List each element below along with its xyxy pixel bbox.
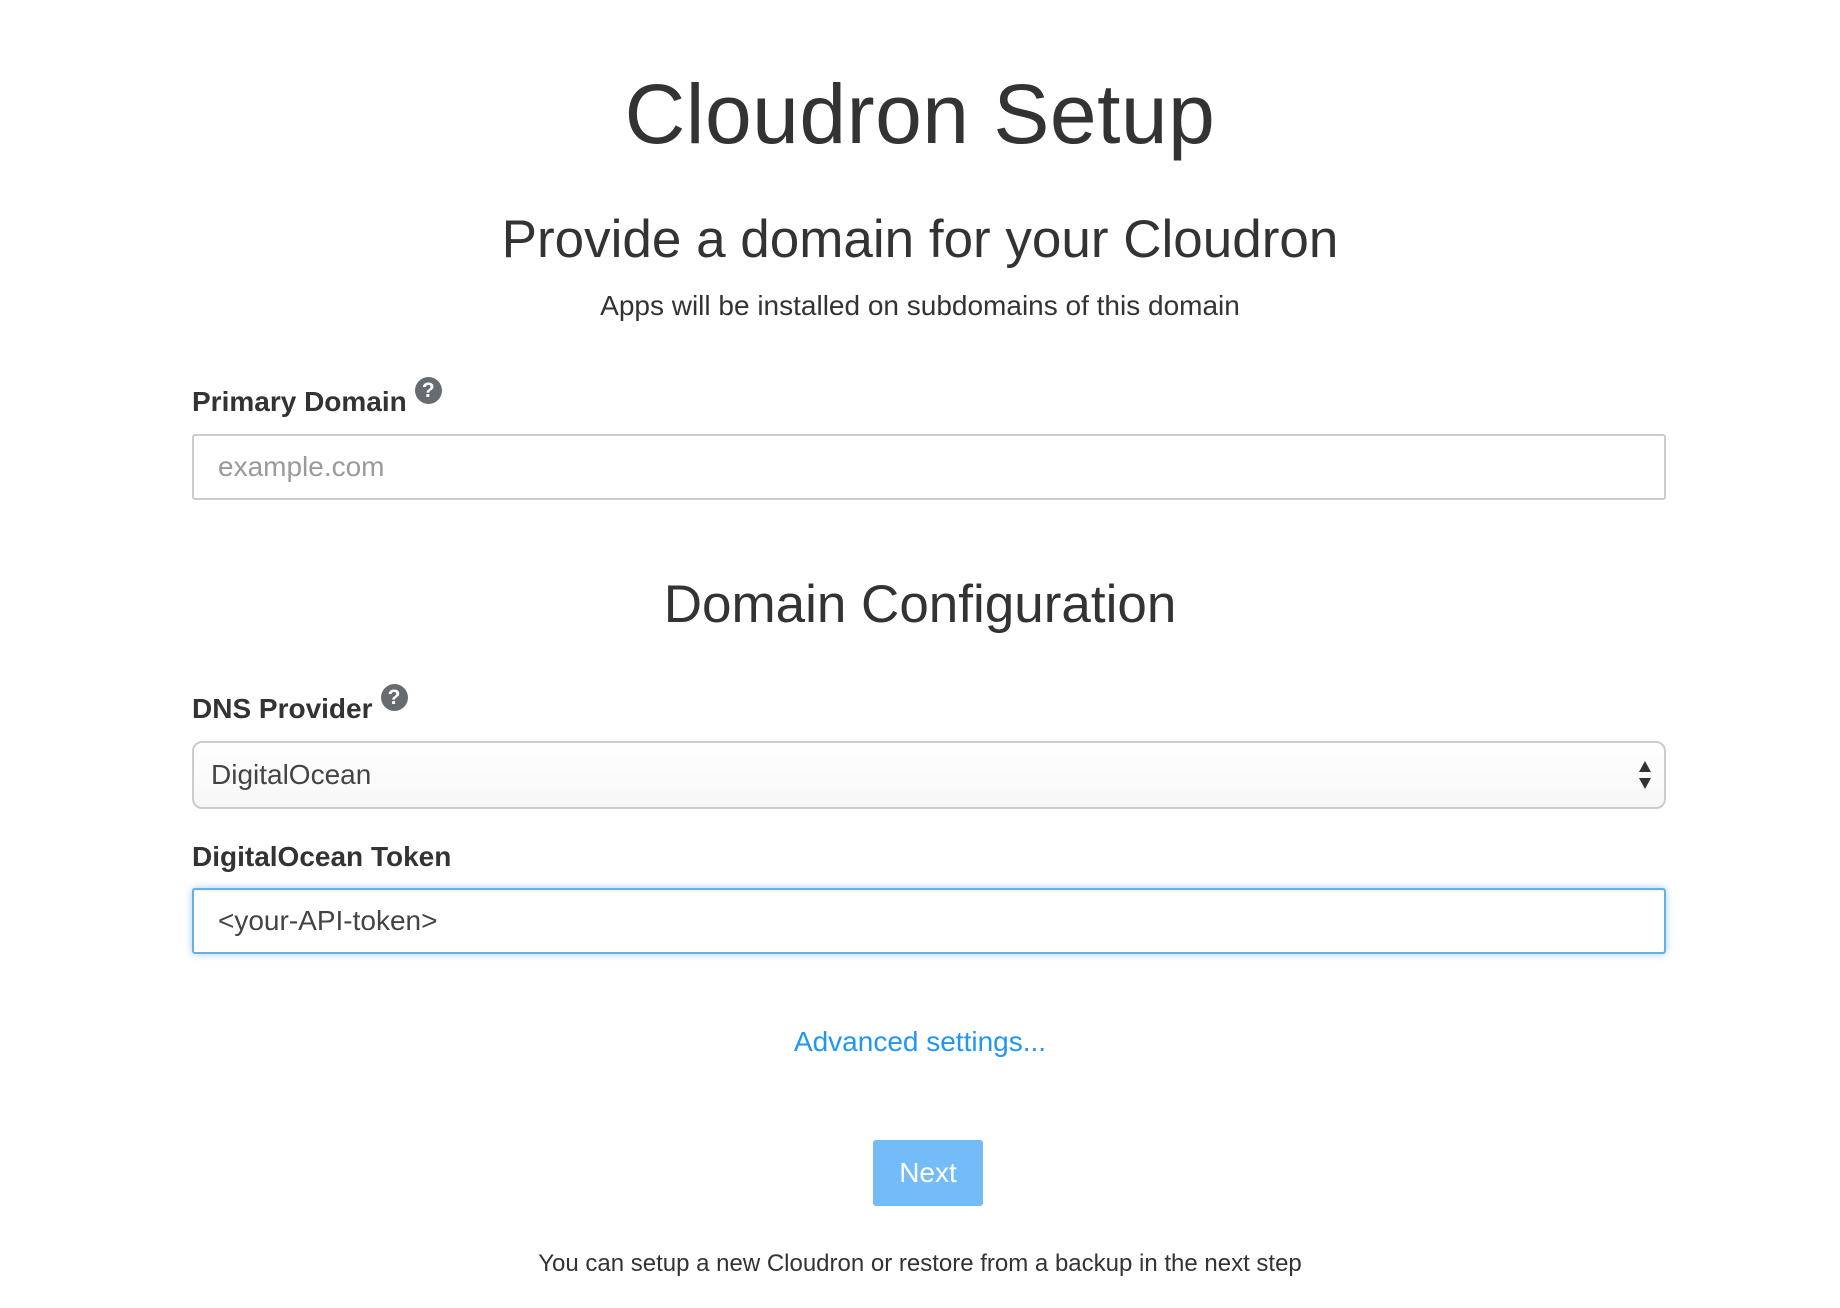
question-circle-icon[interactable]: ? bbox=[414, 376, 442, 404]
dns-provider-label-text: DNS Provider bbox=[192, 693, 373, 724]
api-token-input[interactable] bbox=[192, 888, 1666, 954]
primary-domain-label: Primary Domain ? bbox=[192, 376, 442, 420]
setup-page: Cloudron Setup Provide a domain for your… bbox=[0, 0, 1840, 1308]
question-circle-icon[interactable]: ? bbox=[380, 683, 408, 711]
advanced-settings-container: Advanced settings... bbox=[0, 1024, 1840, 1060]
dns-provider-select[interactable]: DigitalOcean bbox=[192, 741, 1666, 809]
domain-section-subtitle: Apps will be installed on subdomains of … bbox=[600, 290, 1240, 321]
dns-provider-selected-value: DigitalOcean bbox=[211, 759, 372, 790]
primary-domain-input[interactable] bbox=[192, 434, 1666, 500]
footer-note: You can setup a new Cloudron or restore … bbox=[538, 1250, 1302, 1277]
token-label-text: DigitalOcean Token bbox=[192, 841, 452, 872]
config-section-title: Domain Configuration bbox=[663, 575, 1177, 634]
page-title: Cloudron Setup bbox=[624, 67, 1216, 161]
primary-domain-label-text: Primary Domain bbox=[192, 386, 407, 417]
next-button[interactable]: Next bbox=[873, 1140, 983, 1206]
domain-section-title: Provide a domain for your Cloudron bbox=[501, 210, 1339, 269]
token-label: DigitalOcean Token bbox=[192, 839, 451, 875]
advanced-settings-link[interactable]: Advanced settings... bbox=[794, 1026, 1046, 1057]
updown-arrows-icon bbox=[1639, 761, 1651, 789]
dns-provider-label: DNS Provider ? bbox=[192, 683, 408, 727]
